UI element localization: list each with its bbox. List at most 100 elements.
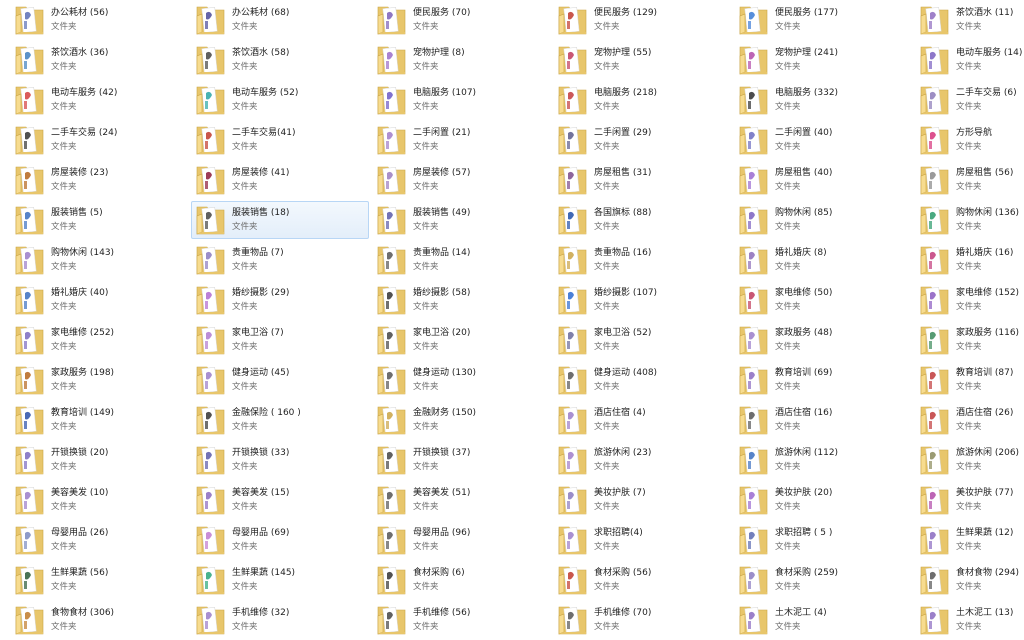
folder-item[interactable]: 家电维修 (152) 文件夹 [915,281,1024,319]
folder-item[interactable]: 电动车服务 (42) 文件夹 [10,81,188,119]
folder-item[interactable]: 求职招聘 ( 5 ) 文件夹 [734,521,912,559]
folder-item[interactable]: 食材采购 (56) 文件夹 [553,561,731,599]
folder-item[interactable]: 土木泥工 (4) 文件夹 [734,601,912,639]
folder-item[interactable]: 家电卫浴 (7) 文件夹 [191,321,369,359]
folder-icon [737,403,771,437]
folder-item[interactable]: 酒店住宿 (26) 文件夹 [915,401,1024,439]
folder-item[interactable]: 二手闲置 (40) 文件夹 [734,121,912,159]
folder-item[interactable]: 健身运动 (45) 文件夹 [191,361,369,399]
folder-item[interactable]: 食材食物 (294) 文件夹 [915,561,1024,599]
folder-item[interactable]: 二手车交易 (6) 文件夹 [915,81,1024,119]
folder-item[interactable]: 茶饮酒水 (36) 文件夹 [10,41,188,79]
folder-item[interactable]: 婚礼婚庆 (8) 文件夹 [734,241,912,279]
folder-item[interactable]: 房屋装修 (57) 文件夹 [372,161,550,199]
folder-item[interactable]: 方形导航 文件夹 [915,121,1024,159]
folder-item[interactable]: 生鲜果蔬 (145) 文件夹 [191,561,369,599]
folder-item[interactable]: 金融保险 ( 160 ) 文件夹 [191,401,369,439]
folder-item[interactable]: 办公耗材 (56) 文件夹 [10,1,188,39]
folder-item[interactable]: 开锁换锁 (20) 文件夹 [10,441,188,479]
folder-item[interactable]: 酒店住宿 (4) 文件夹 [553,401,731,439]
folder-item[interactable]: 婚纱摄影 (107) 文件夹 [553,281,731,319]
folder-item[interactable]: 家电维修 (50) 文件夹 [734,281,912,319]
folder-item[interactable]: 房屋租售 (31) 文件夹 [553,161,731,199]
folder-item[interactable]: 购物休闲 (85) 文件夹 [734,201,912,239]
folder-item[interactable]: 宠物护理 (55) 文件夹 [553,41,731,79]
folder-item[interactable]: 酒店住宿 (16) 文件夹 [734,401,912,439]
folder-item[interactable]: 食材采购 (259) 文件夹 [734,561,912,599]
folder-item[interactable]: 服装销售 (18) 文件夹 [191,201,369,239]
folder-item[interactable]: 二手车交易 (24) 文件夹 [10,121,188,159]
folder-item[interactable]: 购物休闲 (143) 文件夹 [10,241,188,279]
folder-item[interactable]: 家电卫浴 (52) 文件夹 [553,321,731,359]
folder-item[interactable]: 便民服务 (70) 文件夹 [372,1,550,39]
folder-item[interactable]: 母婴用品 (96) 文件夹 [372,521,550,559]
folder-item[interactable]: 婚纱摄影 (58) 文件夹 [372,281,550,319]
folder-item[interactable]: 食物食材 (306) 文件夹 [10,601,188,639]
folder-item[interactable]: 教育培训 (69) 文件夹 [734,361,912,399]
folder-item[interactable]: 土木泥工 (13) 文件夹 [915,601,1024,639]
folder-item[interactable]: 婚纱摄影 (29) 文件夹 [191,281,369,319]
folder-item[interactable]: 各国旗标 (88) 文件夹 [553,201,731,239]
folder-item[interactable]: 美容美发 (51) 文件夹 [372,481,550,519]
folder-item[interactable]: 教育培训 (87) 文件夹 [915,361,1024,399]
folder-item[interactable]: 电脑服务 (332) 文件夹 [734,81,912,119]
folder-item[interactable]: 手机维修 (70) 文件夹 [553,601,731,639]
folder-item[interactable]: 婚礼婚庆 (40) 文件夹 [10,281,188,319]
folder-item[interactable]: 家电卫浴 (20) 文件夹 [372,321,550,359]
folder-item[interactable]: 家电维修 (252) 文件夹 [10,321,188,359]
folder-item[interactable]: 美妆护肤 (77) 文件夹 [915,481,1024,519]
folder-item[interactable]: 旅游休闲 (206) 文件夹 [915,441,1024,479]
folder-item[interactable]: 生鲜果蔬 (12) 文件夹 [915,521,1024,559]
folder-item[interactable]: 美容美发 (10) 文件夹 [10,481,188,519]
folder-item[interactable]: 便民服务 (177) 文件夹 [734,1,912,39]
folder-item[interactable]: 电脑服务 (218) 文件夹 [553,81,731,119]
folder-item[interactable]: 健身运动 (408) 文件夹 [553,361,731,399]
folder-item[interactable]: 开锁换锁 (37) 文件夹 [372,441,550,479]
folder-item[interactable]: 开锁换锁 (33) 文件夹 [191,441,369,479]
folder-item[interactable]: 旅游休闲 (112) 文件夹 [734,441,912,479]
folder-item[interactable]: 房屋租售 (40) 文件夹 [734,161,912,199]
folder-item[interactable]: 家政服务 (198) 文件夹 [10,361,188,399]
folder-item[interactable]: 房屋租售 (56) 文件夹 [915,161,1024,199]
folder-item[interactable]: 健身运动 (130) 文件夹 [372,361,550,399]
folder-item[interactable]: 服装销售 (49) 文件夹 [372,201,550,239]
folder-item[interactable]: 电动车服务 (52) 文件夹 [191,81,369,119]
folder-type: 文件夹 [232,301,258,312]
folder-item[interactable]: 购物休闲 (136) 文件夹 [915,201,1024,239]
folder-item[interactable]: 旅游休闲 (23) 文件夹 [553,441,731,479]
folder-text: 手机维修 (70) 文件夹 [594,607,651,634]
folder-item[interactable]: 求职招聘(4) 文件夹 [553,521,731,559]
folder-item[interactable]: 手机维修 (56) 文件夹 [372,601,550,639]
folder-item[interactable]: 二手车交易(41) 文件夹 [191,121,369,159]
folder-item[interactable]: 生鲜果蔬 (56) 文件夹 [10,561,188,599]
folder-item[interactable]: 贵重物品 (14) 文件夹 [372,241,550,279]
folder-item[interactable]: 茶饮酒水 (11) 文件夹 [915,1,1024,39]
folder-item[interactable]: 房屋装修 (41) 文件夹 [191,161,369,199]
folder-item[interactable]: 贵重物品 (7) 文件夹 [191,241,369,279]
folder-item[interactable]: 电脑服务 (107) 文件夹 [372,81,550,119]
folder-item[interactable]: 服装销售 (5) 文件夹 [10,201,188,239]
folder-item[interactable]: 食材采购 (6) 文件夹 [372,561,550,599]
folder-item[interactable]: 茶饮酒水 (58) 文件夹 [191,41,369,79]
folder-item[interactable]: 宠物护理 (8) 文件夹 [372,41,550,79]
folder-item[interactable]: 电动车服务 (14) 文件夹 [915,41,1024,79]
folder-item[interactable]: 母婴用品 (26) 文件夹 [10,521,188,559]
folder-item[interactable]: 婚礼婚庆 (16) 文件夹 [915,241,1024,279]
folder-item[interactable]: 家政服务 (116) 文件夹 [915,321,1024,359]
folder-item[interactable]: 二手闲置 (29) 文件夹 [553,121,731,159]
folder-item[interactable]: 宠物护理 (241) 文件夹 [734,41,912,79]
folder-item[interactable]: 美妆护肤 (20) 文件夹 [734,481,912,519]
folder-item[interactable]: 便民服务 (129) 文件夹 [553,1,731,39]
folder-item[interactable]: 二手闲置 (21) 文件夹 [372,121,550,159]
folder-icon [737,203,771,237]
folder-item[interactable]: 贵重物品 (16) 文件夹 [553,241,731,279]
folder-item[interactable]: 母婴用品 (69) 文件夹 [191,521,369,559]
folder-item[interactable]: 房屋装修 (23) 文件夹 [10,161,188,199]
folder-item[interactable]: 家政服务 (48) 文件夹 [734,321,912,359]
folder-item[interactable]: 手机维修 (32) 文件夹 [191,601,369,639]
folder-item[interactable]: 教育培训 (149) 文件夹 [10,401,188,439]
folder-item[interactable]: 美容美发 (15) 文件夹 [191,481,369,519]
folder-item[interactable]: 金融财务 (150) 文件夹 [372,401,550,439]
folder-item[interactable]: 美妆护肤 (7) 文件夹 [553,481,731,519]
folder-item[interactable]: 办公耗材 (68) 文件夹 [191,1,369,39]
